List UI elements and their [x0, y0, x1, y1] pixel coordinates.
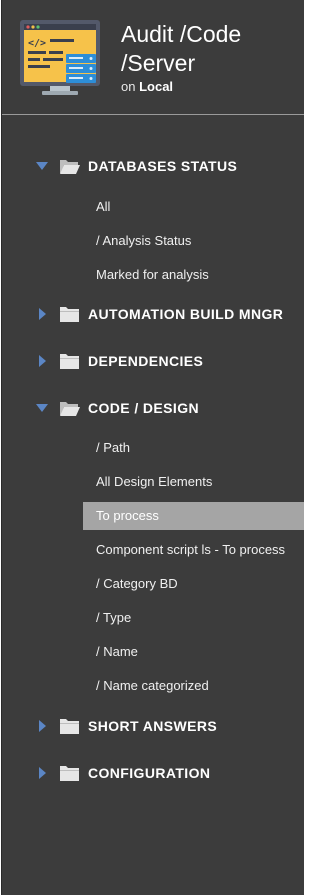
tree-section-label: CONFIGURATION	[88, 765, 211, 781]
tree-item-label: All Design Elements	[96, 474, 213, 489]
tree-item-label: / Name	[96, 644, 138, 659]
tree-item-label: / Type	[96, 610, 132, 625]
caret-down-icon[interactable]	[35, 159, 49, 173]
tree-item[interactable]: / Type	[83, 604, 304, 632]
folder-icon	[60, 719, 79, 734]
tree-item-label: / Path	[96, 440, 130, 455]
tree-item[interactable]: All Design Elements	[83, 468, 304, 496]
tree-section-label: SHORT ANSWERS	[88, 718, 218, 734]
tree-item-label: Component script ls - To process	[96, 542, 286, 557]
tree-item[interactable]: / Category BD	[83, 570, 304, 598]
tree-item-label: Marked for analysis	[96, 267, 209, 282]
tree-section-configuration[interactable]: CONFIGURATION	[2, 756, 304, 790]
code-monitor-icon: </>	[20, 20, 100, 95]
tree-item[interactable]: / Name categorized	[83, 672, 304, 700]
tree-section-label: CODE / DESIGN	[88, 400, 199, 416]
folder-icon	[60, 160, 80, 174]
tree-item-label: All	[96, 199, 111, 214]
header-divider	[2, 114, 304, 115]
tree-item[interactable]: Component script ls - To process	[83, 536, 304, 564]
tree-item[interactable]: / Name	[83, 638, 304, 666]
tree-section-short-answers[interactable]: SHORT ANSWERS	[2, 709, 304, 743]
server-subtitle: on Local	[121, 79, 173, 94]
caret-right-icon[interactable]	[35, 766, 49, 780]
tree-item-label: / Name categorized	[96, 678, 209, 693]
tree-item[interactable]: To process	[83, 502, 304, 530]
tree-section-code-design[interactable]: CODE / DESIGN	[2, 391, 304, 425]
tree-item[interactable]: Marked for analysis	[83, 261, 304, 289]
tree-section-automation-build-mngr[interactable]: AUTOMATION BUILD MNGR	[2, 297, 304, 331]
server-name: Local	[139, 79, 174, 94]
tree-item-label: / Category BD	[96, 576, 178, 591]
tree-item[interactable]: / Analysis Status	[83, 227, 304, 255]
caret-down-icon[interactable]	[35, 401, 49, 415]
tree-item[interactable]: / Path	[83, 434, 304, 462]
svg-text:</>: </>	[28, 38, 46, 49]
tree-section-label: DEPENDENCIES	[88, 353, 204, 369]
app-title: Audit /Code /Server	[121, 21, 242, 76]
folder-icon	[60, 402, 80, 416]
caret-right-icon[interactable]	[35, 354, 49, 368]
tree-item[interactable]: All	[83, 193, 304, 221]
tree-section-label: AUTOMATION BUILD MNGR	[88, 306, 284, 322]
tree-section-dependencies[interactable]: DEPENDENCIES	[2, 344, 304, 378]
panel-header: </> Audit /Code /Server on Local	[2, 0, 304, 114]
navigation-panel: </> Audit /Code /Server on Local DATABAS…	[1, 0, 304, 895]
tree-section-label: DATABASES STATUS	[88, 158, 238, 174]
subtitle-prefix: on	[121, 79, 136, 94]
folder-icon	[60, 354, 79, 369]
tree-section-databases-status[interactable]: DATABASES STATUS	[2, 149, 304, 183]
tree-item-label: To process	[96, 508, 159, 523]
caret-right-icon[interactable]	[35, 719, 49, 733]
caret-right-icon[interactable]	[35, 307, 49, 321]
folder-icon	[60, 766, 79, 781]
tree-item-label: / Analysis Status	[96, 233, 192, 248]
folder-icon	[60, 307, 79, 322]
